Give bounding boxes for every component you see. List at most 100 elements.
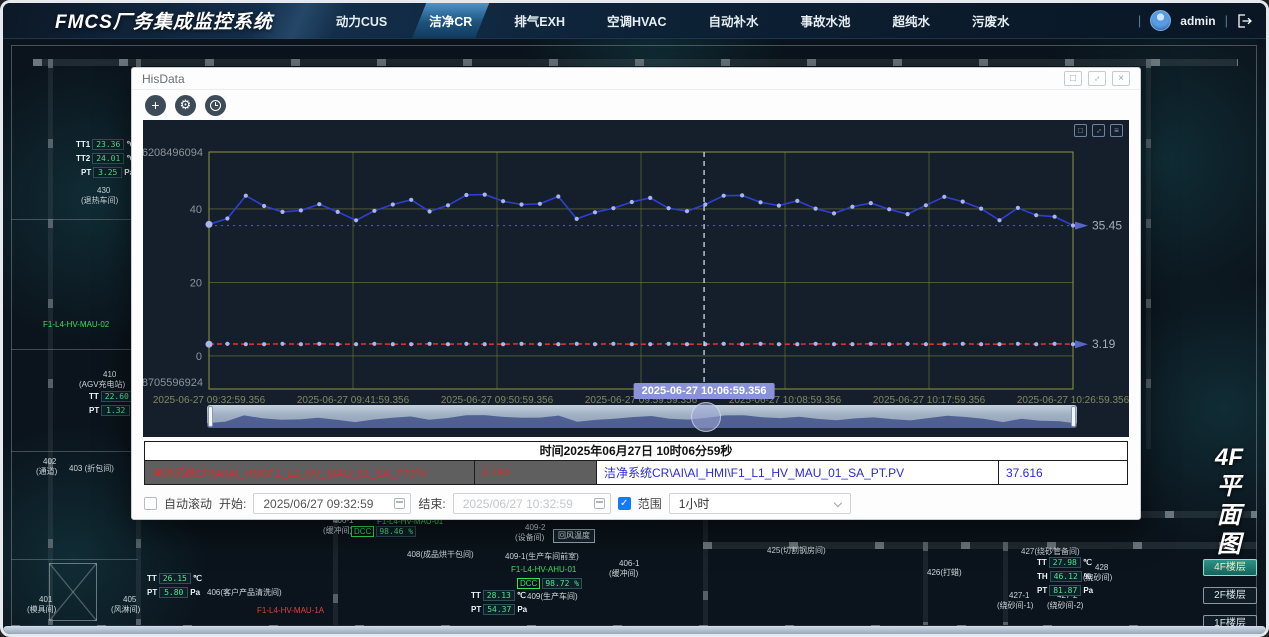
sensor-readout: TT224.01℃ (76, 153, 135, 164)
room-label: (通道) (36, 467, 57, 477)
start-time-input[interactable] (253, 493, 411, 514)
svg-text:0: 0 (196, 351, 202, 363)
app-logo: FMCS厂务集成监控系统 (55, 7, 273, 34)
sensor-readout: PT81.87Pa (1037, 585, 1093, 596)
expand-icon[interactable]: ↕ (1092, 124, 1105, 137)
room-label: 409-1(生产车间前室) (505, 552, 579, 562)
selected-tag-value: 3.190 (475, 461, 597, 484)
nav-tab-power-cus[interactable]: 动力CUS (319, 3, 404, 38)
range-label: 范围 (638, 495, 662, 512)
room-label: 430 (97, 186, 110, 196)
timeline-scrollbar[interactable] (207, 405, 1077, 428)
floor-button-4f[interactable]: 4F楼层 (1203, 559, 1257, 576)
room-label: (缓冲间) (323, 526, 352, 536)
tag-name[interactable]: 洁净系统CR\AI\AI_HMI\F1_L1_HV_MAU_01_SA_PT.P… (597, 461, 999, 484)
dialog-controls: 自动滚动 开始: 结束: ✓ 范围 1小时 (144, 493, 1128, 514)
room-label: 回风温度 (553, 529, 595, 543)
user-area: | admin | (1138, 10, 1252, 31)
nav-tab-clean-cr[interactable]: 洁净CR (412, 3, 489, 38)
range-select-value: 1小时 (679, 495, 710, 512)
room-label: (退热车间) (81, 196, 118, 206)
dialog-titlebar[interactable]: HisData □ ↕ × (132, 68, 1140, 90)
bottom-scrollbar[interactable] (3, 626, 1266, 634)
room-label: F1-L4-HV-AHU-01 (511, 565, 576, 575)
chart-panel: □ ↕ ≡ 4020034262084960946278705596924202… (143, 120, 1129, 437)
timeline-wave (207, 405, 1077, 428)
maximize-window-button[interactable]: ↕ (1088, 71, 1106, 86)
sensor-readout: PT54.37Pa (471, 604, 527, 615)
topbar: FMCS厂务集成监控系统 动力CUS 洁净CR 排气EXH 空调HVAC 自动补… (3, 3, 1266, 39)
room-label: F1-L4-HV-MAU-1A (257, 606, 324, 616)
end-label: 结束: (418, 495, 445, 512)
room-label: (风淋间) (111, 605, 140, 615)
dialog-toolbar: + ⚙ (132, 90, 1140, 120)
room-label: 425(切割钢房间) (767, 546, 826, 556)
sensor-readout: TT26.15℃ (147, 573, 202, 584)
room-label: 428 (1095, 563, 1108, 573)
room-label: (绕砂间-1) (997, 601, 1033, 611)
timeline-right-handle[interactable] (1071, 406, 1076, 427)
room-label: (模具间) (27, 605, 56, 615)
floor-button-2f[interactable]: 2F楼层 (1203, 587, 1257, 604)
logout-icon[interactable] (1237, 14, 1252, 28)
dcc-badge: DCC98.46 % (351, 526, 416, 537)
svg-text:3426208496094: 3426208496094 (143, 147, 203, 159)
settings-button[interactable]: ⚙ (175, 95, 196, 116)
room-label: 403 (折包间) (69, 464, 114, 474)
sensor-readout: TT27.98℃ (1037, 557, 1092, 568)
svg-text:35.45: 35.45 (1092, 219, 1122, 233)
nav-tab-ultrapure-water[interactable]: 超纯水 (876, 3, 948, 38)
time-range-button[interactable] (205, 95, 226, 116)
room-label: 402 (43, 457, 56, 467)
sensor-readout: TH46.12% (1037, 571, 1091, 582)
dialog-title: HisData (142, 72, 185, 86)
room-label: 427(绕砂管备间) (1021, 547, 1080, 557)
nav-tab-exhaust-exh[interactable]: 排气EXH (497, 3, 582, 38)
room-label: 427-1 (1009, 591, 1029, 601)
sensor-readout: PT3.25Pa (81, 167, 134, 178)
autoscroll-label: 自动滚动 (164, 495, 212, 512)
tag-value: 37.616 (999, 461, 1127, 484)
nav-tab-hvac[interactable]: 空调HVAC (590, 3, 684, 38)
zoom-box-icon[interactable]: □ (1074, 124, 1087, 137)
plus-icon: + (151, 97, 159, 113)
sensor-readout: TT123.36℃ (76, 139, 135, 150)
hisdata-dialog: HisData □ ↕ × + ⚙ □ ↕ ≡ 4020034262084960… (131, 67, 1141, 520)
selected-tag-name[interactable]: 洁净系统CR\AI\AI_HMI\F1_L1_HV_MAU_01_SA_TT.P… (145, 461, 475, 484)
room-label: 410 (103, 370, 116, 380)
nav-tab-accident-pool[interactable]: 事故水池 (784, 3, 868, 38)
room-label: 408(成品烘干包间) (407, 550, 474, 560)
nav-tab-auto-water[interactable]: 自动补水 (692, 3, 776, 38)
calendar-icon[interactable] (394, 498, 405, 509)
svg-text:20: 20 (190, 277, 202, 289)
table-row[interactable]: 洁净系统CR\AI\AI_HMI\F1_L1_HV_MAU_01_SA_TT.P… (145, 461, 1127, 484)
room-label: 406(客户产品清洗间) (207, 588, 282, 598)
end-time-input (453, 493, 611, 514)
avatar[interactable] (1150, 10, 1171, 31)
room-label: (缓冲间) (609, 569, 638, 579)
close-dialog-button[interactable]: × (1112, 71, 1130, 86)
cursor-tooltip: 2025-06-27 10:06:59.356 (634, 383, 775, 399)
sensor-readout: TT28.13℃ (471, 590, 526, 601)
add-curve-button[interactable]: + (145, 95, 166, 116)
room-label: 405 (123, 595, 136, 605)
autoscroll-checkbox[interactable] (144, 497, 157, 510)
range-select[interactable]: 1小时 (669, 493, 851, 514)
floor-title: 4F平面图 (1206, 443, 1252, 559)
room-label: (绕砂间-2) (1047, 601, 1083, 611)
room-label: 401 (39, 595, 52, 605)
dcc-badge: DCC98.72 % (517, 578, 582, 589)
room-label: 426(打蜡) (927, 568, 962, 578)
range-checkbox[interactable]: ✓ (618, 497, 631, 510)
nav-tab-waste-water[interactable]: 污废水 (955, 3, 1027, 38)
timeline-left-handle[interactable] (208, 406, 213, 427)
calendar-icon (594, 498, 605, 509)
restore-window-button[interactable]: □ (1064, 71, 1082, 86)
room-label: 409(生产车间) (527, 592, 578, 602)
room-label: 406-1 (619, 559, 639, 569)
gear-icon: ⚙ (180, 97, 192, 113)
main-nav: 动力CUS 洁净CR 排气EXH 空调HVAC 自动补水 事故水池 超纯水 污废… (319, 3, 1027, 38)
app-window: FMCS厂务集成监控系统 动力CUS 洁净CR 排气EXH 空调HVAC 自动补… (0, 0, 1269, 637)
export-icon[interactable]: ≡ (1110, 124, 1123, 137)
timeline-cursor-handle[interactable] (691, 402, 721, 432)
